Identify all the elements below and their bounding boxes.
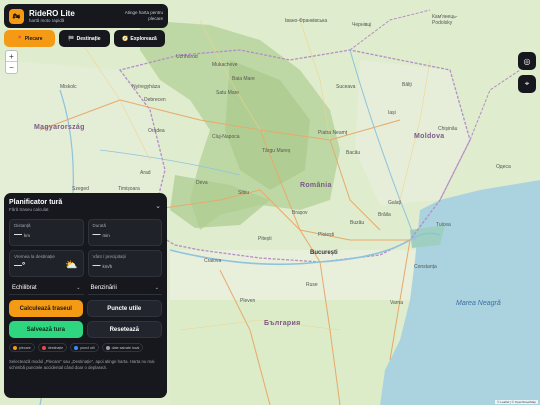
route-profile-select[interactable]: Echilibrat ⌄ [9,281,84,295]
map-label: Cluj-Napoca [212,134,240,140]
map-label: Satu Mare [216,90,240,96]
map-attribution[interactable]: © Leaflet | © OpenStreetMap [495,400,538,404]
map-label: Piatra Neamț [318,130,348,136]
dot-icon [105,345,110,350]
map-label: Podolsky [432,20,453,26]
map-label: Deva [196,180,208,186]
duration-stat: Durată — min [87,219,162,246]
reset-button[interactable]: Resetează [86,321,162,338]
map-label-capital: București [310,250,338,256]
mode-destinatie-button[interactable]: 🏁 Destinație [59,30,110,47]
app-header: 🏍 RideRO Lite hartă moto rapidă Atinge h… [4,4,168,28]
wind-stat: Vânt / precipitații — km/h [87,250,162,277]
app-title: RideRO Lite [29,8,75,18]
map-label-country: Moldova [414,133,445,140]
distance-stat: Distanță — km [9,219,84,246]
dot-icon [74,345,79,350]
map-label: Suceava [336,84,356,90]
flag-icon: 🏁 [68,35,75,42]
map-label: Târgu Mureș [262,148,291,154]
map-label: Nyíregyháza [132,84,161,90]
map-label: Ruse [306,282,318,288]
poi-type-select[interactable]: Benzinării ⌄ [87,281,162,295]
dot-icon [41,345,46,350]
map-label: Arad [140,170,151,176]
map-label: Oradea [148,128,165,134]
legend-item: plecare [9,343,35,352]
map-label: Івано-Франківська [285,18,328,24]
logo-icon: 🏍 [9,8,24,24]
map-label-country: Magyarország [34,124,85,131]
map-label: Tulcea [436,222,451,228]
legend-item: date salvate local [101,343,144,352]
map-label: Pitești [258,236,272,242]
map-label-country: România [300,182,332,189]
locate-button[interactable]: ◎ [518,52,536,70]
planner-title: Planificator tură [9,199,63,206]
legend-item: destinație [37,343,68,352]
help-text: Selectează modul „Plecare” sau „Destinaț… [9,359,155,370]
crosshair-icon: ⌖ [524,79,530,88]
map-label: Pleven [240,298,256,304]
app-subtitle: hartă moto rapidă [29,17,65,23]
zoom-in-button[interactable]: + [6,51,17,62]
map-legend: plecare destinație punct util date salva… [9,343,162,352]
dot-icon [13,345,17,350]
mode-plecare-button[interactable]: 📍 Plecare [4,30,55,47]
map-label: Bălți [402,82,412,88]
calculate-route-button[interactable]: Calculează traseul [9,300,83,317]
map-label-sea: Marea Neagră [456,300,501,307]
map-label: Mukacheve [212,62,238,68]
trip-planner-panel: Planificator tură Fără traseu calculat ⌄… [4,193,167,398]
map-label: Timișoara [118,186,140,192]
map-label: Szeged [72,186,89,192]
chevron-down-icon: ⌄ [154,284,159,291]
mode-exploreaza-button[interactable]: 🧭 Explorează [114,30,165,47]
map-label: Baia Mare [232,76,255,82]
weather-stat: Vremea la destinație —° ⛅ [9,250,84,277]
map-label-country: България [264,320,301,327]
map-label: Craiova [204,258,222,264]
target-icon: ◎ [523,56,531,66]
planner-subtitle: Fără traseu calculat [9,207,49,212]
map-label: Chișinău [438,126,458,132]
map-label: Bacău [346,150,361,156]
app-hint: Atinge harta pentru plecare [124,10,163,21]
map-label: Constanța [414,264,437,270]
map-label: Iași [388,110,396,116]
legend-item: punct util [70,343,99,352]
zoom-control: + − [5,50,18,74]
map-label: Brăila [378,212,391,218]
map-label: Galați [388,200,402,206]
partly-cloudy-icon: ⛅ [65,260,78,271]
map-label: Одеса [496,164,511,170]
layers-button[interactable]: ⌖ [518,75,536,93]
map-label: Buzău [350,220,365,226]
map-label: Чернівці [352,22,372,28]
compass-icon: 🧭 [122,35,129,42]
mode-selector: 📍 Plecare 🏁 Destinație 🧭 Explorează [4,30,165,47]
map-label: Uzhhorod [176,54,198,60]
map-label: Sibiu [238,190,250,196]
map-label: Miskolc [60,84,77,90]
map-label: Brașov [292,210,308,216]
chevron-down-icon: ⌄ [76,284,81,291]
map-label: Debrecen [144,97,166,103]
zoom-out-button[interactable]: − [6,62,17,73]
save-trip-button[interactable]: Salvează tura [9,321,83,338]
poi-button[interactable]: Puncte utile [86,300,162,317]
map-label: Varna [390,300,403,306]
map-label: Ploiești [318,232,335,238]
pin-icon: 📍 [16,35,23,42]
chevron-down-icon[interactable]: ⌄ [155,202,161,210]
